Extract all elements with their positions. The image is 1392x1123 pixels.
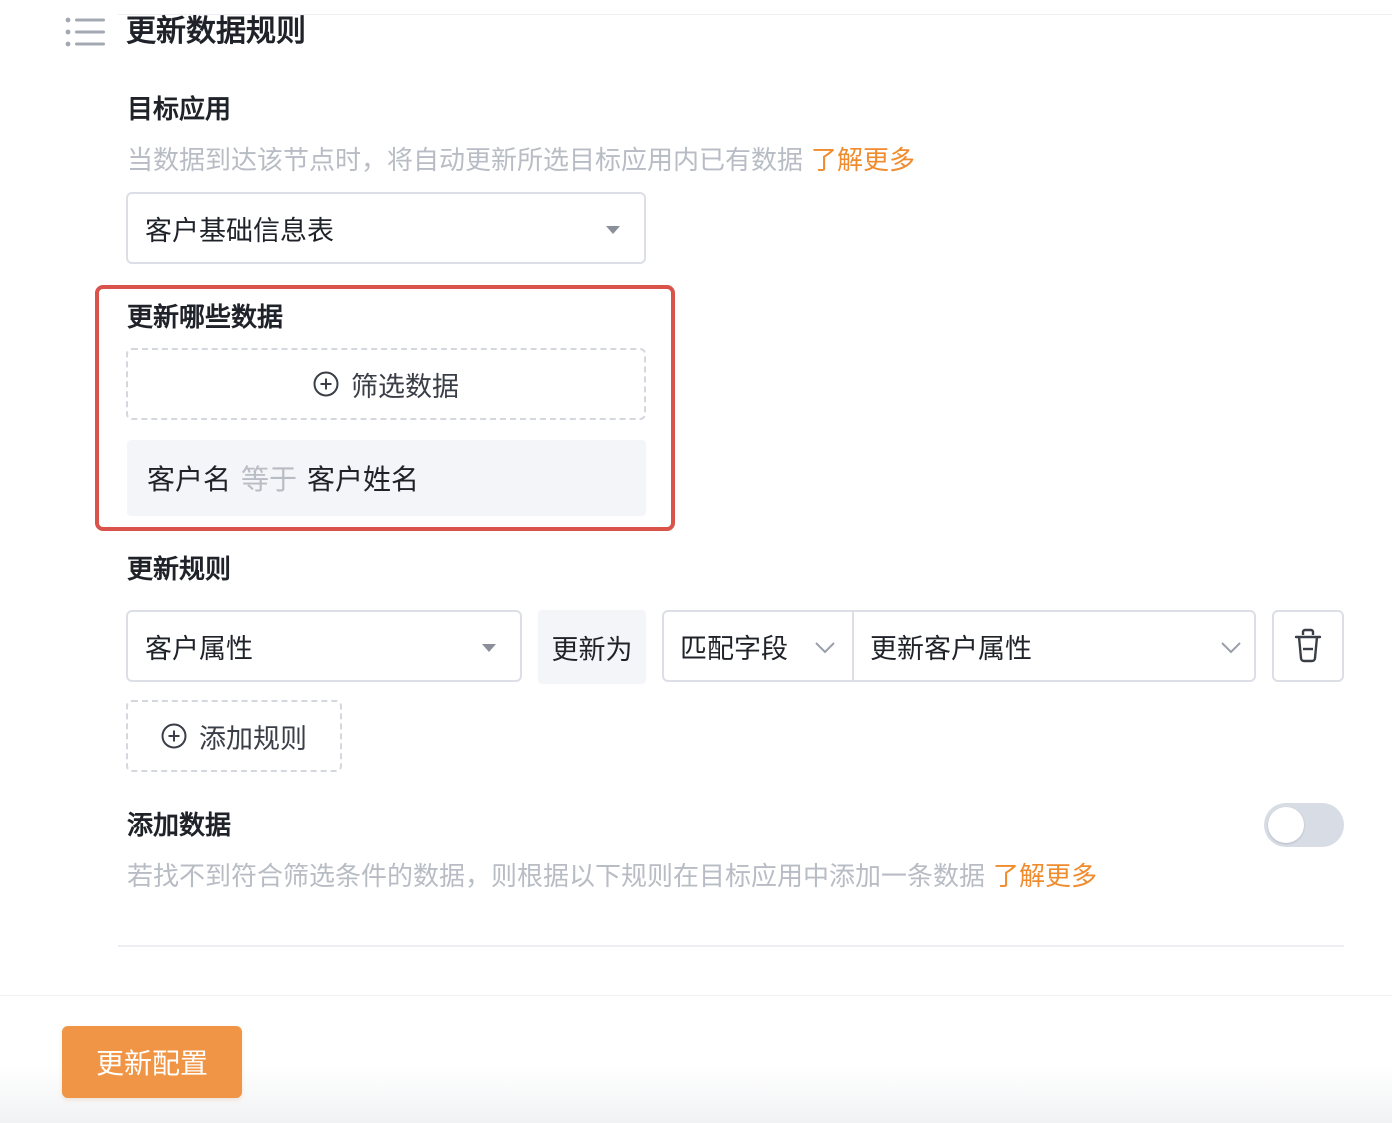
target-app-label: 目标应用 <box>127 95 232 125</box>
plus-circle-icon <box>161 723 187 749</box>
condition-value: 客户姓名 <box>307 463 420 496</box>
rule-field-select-value: 客户属性 <box>145 633 253 665</box>
target-app-select-value: 客户基础信息表 <box>145 215 334 247</box>
target-app-learn-more-link[interactable]: 了解更多 <box>811 146 915 176</box>
filter-condition-row[interactable]: 客户名 等于 客户姓名 <box>127 440 646 516</box>
delete-rule-button[interactable] <box>1272 610 1344 682</box>
rule-mode-select[interactable]: 匹配字段 <box>664 612 854 680</box>
rule-source-value: 更新客户属性 <box>870 633 1032 665</box>
filter-data-button[interactable]: 筛选数据 <box>126 348 646 420</box>
condition-operator: 等于 <box>241 463 298 496</box>
rule-mode-value: 匹配字段 <box>680 633 788 665</box>
list-icon <box>65 17 105 47</box>
rule-source-select[interactable]: 更新客户属性 <box>854 612 1254 680</box>
add-data-help: 若找不到符合筛选条件的数据，则根据以下规则在目标应用中添加一条数据 了解更多 <box>127 859 1097 895</box>
caret-down-icon <box>606 226 620 234</box>
plus-circle-icon <box>313 371 339 397</box>
rule-value-combo: 匹配字段 更新客户属性 <box>662 610 1256 682</box>
rule-action-label: 更新为 <box>538 610 646 684</box>
which-data-label: 更新哪些数据 <box>127 303 284 333</box>
add-data-help-text: 若找不到符合筛选条件的数据，则根据以下规则在目标应用中添加一条数据 <box>127 862 986 892</box>
toggle-knob <box>1268 807 1304 843</box>
chevron-down-icon <box>815 642 835 654</box>
section-title: 更新数据规则 <box>126 14 306 49</box>
update-config-button-label: 更新配置 <box>95 1047 208 1080</box>
top-divider <box>118 14 1392 15</box>
rule-action-text: 更新为 <box>551 634 633 666</box>
chevron-down-icon <box>1221 642 1241 654</box>
section-divider <box>118 945 1344 947</box>
target-app-help: 当数据到达该节点时，将自动更新所选目标应用内已有数据 了解更多 <box>127 143 915 179</box>
update-rules-label: 更新规则 <box>127 555 232 585</box>
target-app-help-text: 当数据到达该节点时，将自动更新所选目标应用内已有数据 <box>127 146 804 176</box>
add-data-learn-more-link[interactable]: 了解更多 <box>993 862 1097 892</box>
condition-field: 客户名 <box>147 463 232 496</box>
target-app-select[interactable]: 客户基础信息表 <box>126 192 646 264</box>
add-rule-button-label: 添加规则 <box>199 723 307 755</box>
add-data-label: 添加数据 <box>127 811 232 841</box>
trash-icon <box>1294 628 1322 663</box>
add-data-toggle[interactable] <box>1264 803 1344 847</box>
caret-down-icon <box>482 644 496 652</box>
add-rule-button[interactable]: 添加规则 <box>126 700 342 772</box>
section-header: 更新数据规则 <box>64 10 306 54</box>
rule-field-select[interactable]: 客户属性 <box>126 610 522 682</box>
update-config-button[interactable]: 更新配置 <box>62 1026 242 1098</box>
filter-data-button-label: 筛选数据 <box>351 371 459 403</box>
